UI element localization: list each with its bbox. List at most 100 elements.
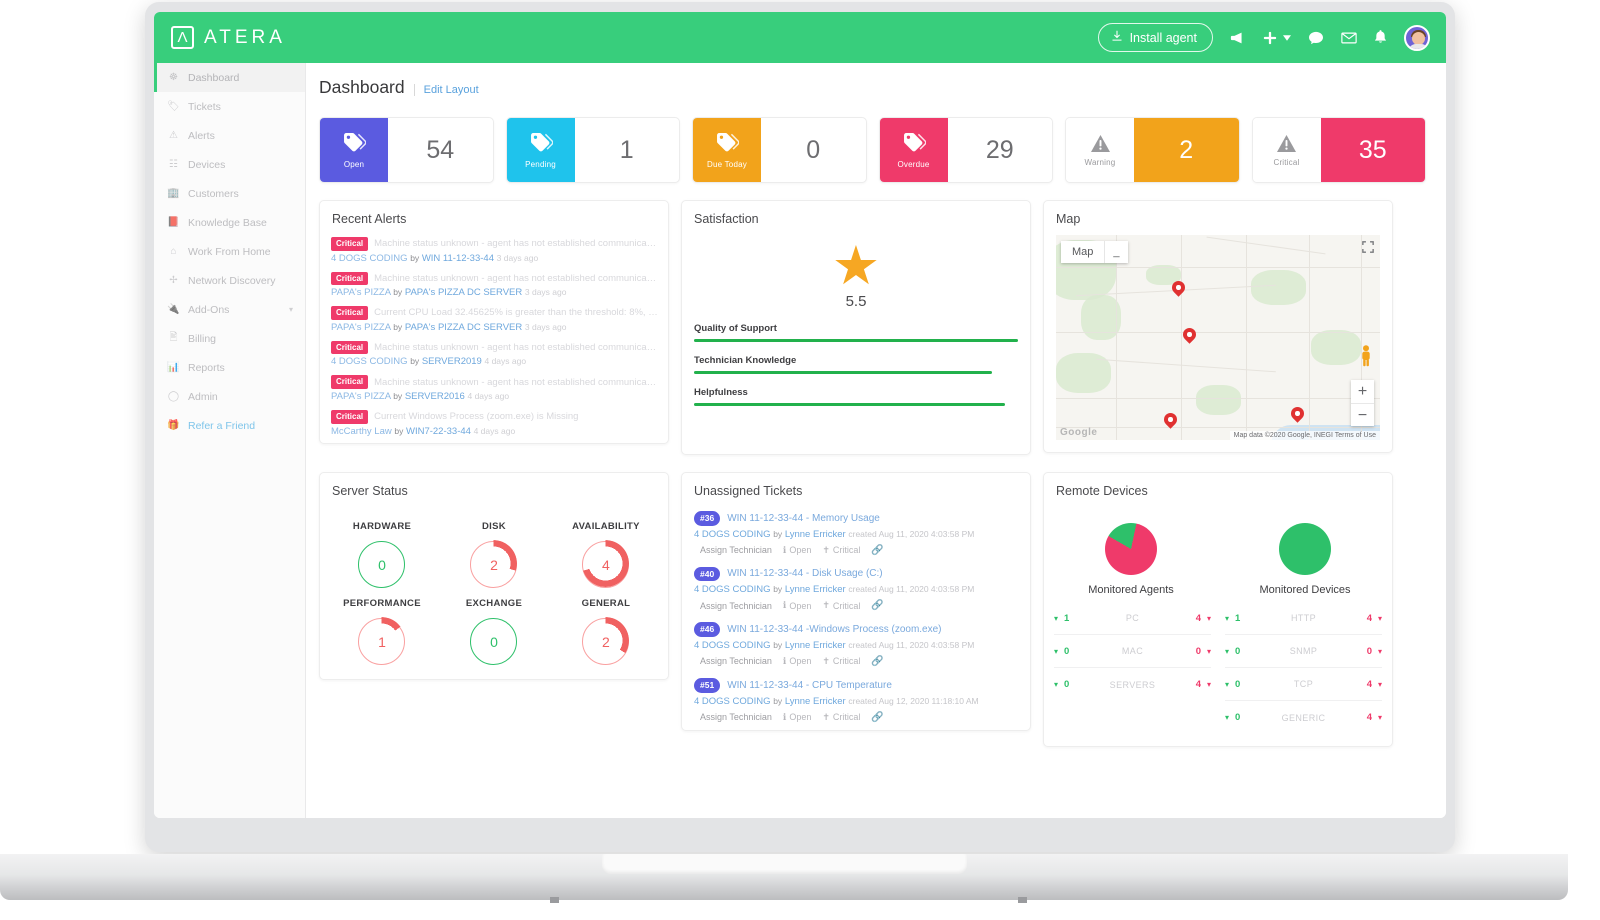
stat-card-due-today[interactable]: Due Today 0 <box>692 117 867 183</box>
alert-row[interactable]: Critical Machine status unknown - agent h… <box>320 373 668 408</box>
map-zoom-control[interactable]: + − <box>1351 380 1374 426</box>
sidebar-item-billing[interactable]: 🖹 Billing <box>154 324 305 353</box>
sidebar-item-tickets[interactable]: 🏷 Tickets <box>154 92 305 121</box>
alert-customer-link[interactable]: 4 DOGS CODING <box>331 253 408 264</box>
chain-icon[interactable]: 🔗 <box>871 600 883 611</box>
sidebar-item-alerts[interactable]: ⚠ Alerts <box>154 121 305 150</box>
server-status-cell[interactable]: PERFORMANCE 1 <box>326 598 438 665</box>
ticket-id-badge[interactable]: #36 <box>694 511 721 526</box>
device-type-row[interactable]: ▾ 1 PC 4 ▾ <box>1054 602 1211 635</box>
ticket-row[interactable]: #36 WIN 11-12-33-44 - Memory Usage 4 DOGS … <box>682 507 1030 563</box>
alert-row[interactable]: Critical Machine status unknown - agent h… <box>320 235 668 270</box>
sidebar-item-network-discovery[interactable]: ✢ Network Discovery <box>154 266 305 295</box>
sidebar-item-work-from-home[interactable]: ⌂ Work From Home <box>154 237 305 266</box>
assign-technician-button[interactable]: Assign Technician <box>700 601 772 611</box>
megaphone-icon[interactable] <box>1230 31 1246 45</box>
sidebar-item-knowledge-base[interactable]: 📕 Knowledge Base <box>154 208 305 237</box>
assign-technician-button[interactable]: Assign Technician <box>700 545 772 555</box>
ticket-technician-link[interactable]: Lynne Erricker <box>785 529 846 540</box>
ticket-status[interactable]: ℹ Open <box>783 600 811 611</box>
chain-icon[interactable]: 🔗 <box>871 712 883 723</box>
device-type-row[interactable]: ▾ 0 SNMP 0 ▾ <box>1225 635 1382 668</box>
sidebar-item-customers[interactable]: 🏢 Customers <box>154 179 305 208</box>
stat-card-critical[interactable]: Critical 35 <box>1251 117 1426 183</box>
server-status-cell[interactable]: GENERAL 2 <box>550 598 662 665</box>
ticket-customer-link[interactable]: 4 DOGS CODING <box>694 696 771 707</box>
ticket-status[interactable]: ℹ Open <box>783 656 811 667</box>
alert-customer-link[interactable]: 4 DOGS CODING <box>331 356 408 367</box>
alert-row[interactable]: Critical Current Windows Process (zoom.ex… <box>320 408 668 443</box>
sidebar-item-reports[interactable]: 📊 Reports <box>154 353 305 382</box>
device-type-row[interactable]: ▾ 0 GENERIC 4 ▾ <box>1225 701 1382 734</box>
device-type-row[interactable]: ▾ 0 MAC 0 ▾ <box>1054 635 1211 668</box>
stat-card-overdue[interactable]: Overdue 29 <box>878 117 1053 183</box>
chevron-down-icon[interactable]: ▾ <box>289 305 293 314</box>
stat-card-warning[interactable]: Warning 2 <box>1065 117 1240 183</box>
ticket-status[interactable]: ℹ Open <box>783 545 811 556</box>
ticket-customer-link[interactable]: 4 DOGS CODING <box>694 640 771 651</box>
ticket-title-link[interactable]: WIN 11-12-33-44 -Windows Process (zoom.e… <box>727 624 941 635</box>
ticket-technician-link[interactable]: Lynne Erricker <box>785 584 846 595</box>
ticket-title-link[interactable]: WIN 11-12-33-44 - Disk Usage (C:) <box>727 568 882 579</box>
sidebar-item-dashboard[interactable]: ☸ Dashboard <box>154 63 305 92</box>
map-zoom-in-button[interactable]: + <box>1351 380 1374 403</box>
device-type-row[interactable]: ▾ 0 TCP 4 ▾ <box>1225 668 1382 701</box>
server-status-cell[interactable]: AVAILABILITY 4 <box>550 521 662 588</box>
ticket-status[interactable]: ℹ Open <box>783 712 811 723</box>
chain-icon[interactable]: 🔗 <box>871 545 883 556</box>
alert-row[interactable]: Critical Machine status unknown - agent h… <box>320 339 668 374</box>
alert-device-link[interactable]: PAPA's PIZZA DC SERVER <box>405 287 522 298</box>
alert-device-link[interactable]: SERVER2019 <box>422 356 482 367</box>
stat-card-open[interactable]: Open 54 <box>319 117 494 183</box>
ticket-technician-link[interactable]: Lynne Erricker <box>785 696 846 707</box>
alert-device-link[interactable]: WIN7-22-33-44 <box>406 426 471 437</box>
ticket-id-badge[interactable]: #51 <box>694 677 721 693</box>
plus-icon[interactable] <box>1263 31 1291 45</box>
map-pin[interactable] <box>1291 407 1304 425</box>
ticket-title-link[interactable]: WIN 11-12-33-44 - Memory Usage <box>727 513 880 524</box>
map-pin[interactable] <box>1172 281 1185 299</box>
map-pin[interactable] <box>1183 328 1196 346</box>
ticket-priority[interactable]: ✝ Critical <box>822 712 860 723</box>
sidebar-item-refer-a-friend[interactable]: 🎁 Refer a Friend <box>154 411 305 440</box>
install-agent-button[interactable]: Install agent <box>1097 23 1213 52</box>
ticket-title-link[interactable]: WIN 11-12-33-44 - CPU Temperature <box>727 680 892 691</box>
ticket-priority[interactable]: ✝ Critical <box>822 545 860 556</box>
map-type-control[interactable]: Map _ <box>1061 241 1128 263</box>
alert-customer-link[interactable]: McCarthy Law <box>331 426 392 437</box>
alert-row[interactable]: Critical Machine status unknown - agent h… <box>320 270 668 305</box>
sidebar-item-devices[interactable]: ☷ Devices <box>154 150 305 179</box>
map-pin[interactable] <box>1164 413 1177 431</box>
alert-device-link[interactable]: SERVER2016 <box>405 391 465 402</box>
pegman-icon[interactable] <box>1359 345 1373 371</box>
fullscreen-icon[interactable] <box>1362 241 1374 256</box>
chain-icon[interactable]: 🔗 <box>871 656 883 667</box>
ticket-id-badge[interactable]: #46 <box>694 622 721 637</box>
assign-technician-button[interactable]: Assign Technician <box>700 712 772 722</box>
ticket-row[interactable]: #51 WIN 11-12-33-44 - CPU Temperature 4 DO… <box>682 674 1030 730</box>
ticket-customer-link[interactable]: 4 DOGS CODING <box>694 529 771 540</box>
ticket-customer-link[interactable]: 4 DOGS CODING <box>694 584 771 595</box>
alert-customer-link[interactable]: PAPA's PIZZA <box>331 322 391 333</box>
ticket-technician-link[interactable]: Lynne Erricker <box>785 640 846 651</box>
assign-technician-button[interactable]: Assign Technician <box>700 656 772 666</box>
map-zoom-out-button[interactable]: − <box>1351 403 1374 426</box>
ticket-priority[interactable]: ✝ Critical <box>822 656 860 667</box>
device-type-row[interactable]: ▾ 1 HTTP 4 ▾ <box>1225 602 1382 635</box>
app-logo[interactable]: Λ ATERA <box>171 26 286 49</box>
mail-icon[interactable] <box>1341 32 1357 44</box>
server-status-cell[interactable]: DISK 2 <box>438 521 550 588</box>
server-status-cell[interactable]: EXCHANGE 0 <box>438 598 550 665</box>
server-status-cell[interactable]: HARDWARE 0 <box>326 521 438 588</box>
alert-device-link[interactable]: PAPA's PIZZA DC SERVER <box>405 322 522 333</box>
sidebar-item-admin[interactable]: ◯ Admin <box>154 382 305 411</box>
device-type-row[interactable]: ▾ 0 SERVERS 4 ▾ <box>1054 668 1211 701</box>
alert-customer-link[interactable]: PAPA's PIZZA <box>331 287 391 298</box>
alert-row[interactable]: Critical Current CPU Load 32.45625% is gr… <box>320 304 668 339</box>
map-minimize-button[interactable]: _ <box>1104 241 1127 263</box>
alert-device-link[interactable]: WIN 11-12-33-44 <box>422 253 494 264</box>
ticket-row[interactable]: #46 WIN 11-12-33-44 -Windows Process (zoo… <box>682 618 1030 674</box>
stat-card-pending[interactable]: Pending 1 <box>505 117 680 183</box>
chat-icon[interactable] <box>1308 31 1324 45</box>
alert-customer-link[interactable]: PAPA's PIZZA <box>331 391 391 402</box>
